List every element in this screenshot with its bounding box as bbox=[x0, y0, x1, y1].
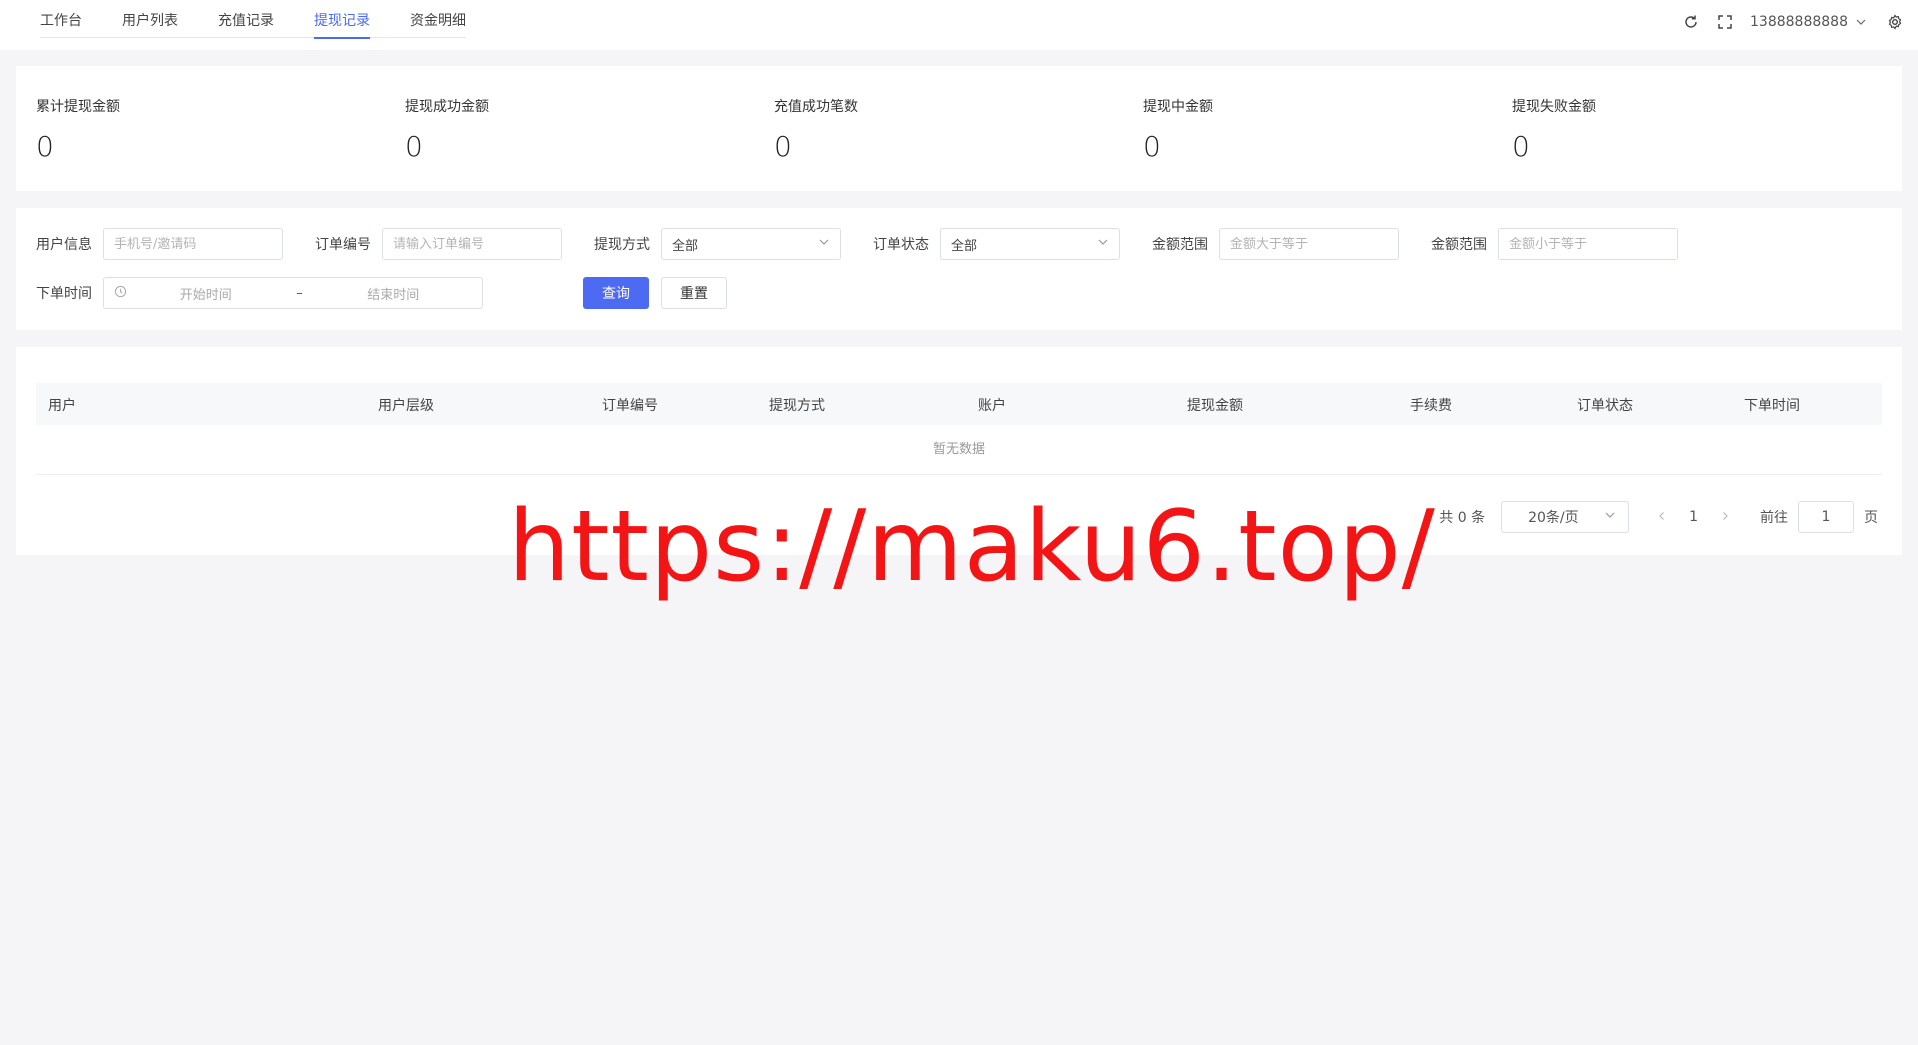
empty-state: 暂无数据 bbox=[36, 425, 1882, 475]
order-no-input[interactable] bbox=[393, 236, 551, 252]
prev-page-icon[interactable] bbox=[1657, 509, 1667, 525]
filter-label: 提现方式 bbox=[594, 237, 650, 253]
col-fee: 手续费 bbox=[1410, 398, 1452, 414]
filter-label: 用户信息 bbox=[36, 237, 92, 253]
tab-withdraw-records[interactable]: 提现记录 bbox=[314, 0, 370, 39]
col-status: 订单状态 bbox=[1577, 398, 1633, 414]
filter-label: 下单时间 bbox=[36, 286, 92, 302]
user-info-input[interactable] bbox=[114, 236, 272, 252]
next-page-icon[interactable] bbox=[1720, 509, 1730, 525]
goto-label: 前往 bbox=[1760, 510, 1788, 526]
tab-fund-details[interactable]: 资金明细 bbox=[410, 0, 466, 38]
method-select-value: 全部 bbox=[672, 238, 699, 254]
user-menu[interactable]: 13888888888 bbox=[1750, 13, 1870, 31]
filter-row: 用户信息 订单编号 提现方式 全部 订单状态 全部 bbox=[36, 228, 1710, 260]
col-amount: 提现金额 bbox=[1187, 398, 1243, 414]
stat-withdraw-success: 提现成功金额 0 bbox=[385, 66, 754, 191]
filter-panel: 用户信息 订单编号 提现方式 全部 订单状态 全部 bbox=[16, 208, 1902, 330]
table-header: 用户 用户层级 订单编号 提现方式 账户 提现金额 手续费 订单状态 下单时间 bbox=[36, 383, 1882, 425]
stat-value: 0 bbox=[1143, 130, 1161, 163]
filter-status: 订单状态 全部 bbox=[873, 228, 1120, 260]
amount-min-input[interactable] bbox=[1230, 236, 1388, 252]
tab-recharge-records[interactable]: 充值记录 bbox=[218, 0, 274, 38]
chevron-down-icon bbox=[1852, 13, 1870, 31]
stat-label: 累计提现金额 bbox=[36, 99, 120, 115]
filter-order-no: 订单编号 bbox=[315, 228, 562, 260]
clock-icon bbox=[114, 285, 127, 302]
filter-label: 订单状态 bbox=[873, 237, 929, 253]
stat-withdraw-pending: 提现中金额 0 bbox=[1123, 66, 1492, 191]
end-date-input[interactable]: 结束时间 bbox=[315, 284, 473, 303]
stat-label: 提现失败金额 bbox=[1512, 99, 1596, 115]
filter-label: 金额范围 bbox=[1431, 237, 1487, 253]
date-range-picker[interactable]: 开始时间 – 结束时间 bbox=[103, 277, 483, 309]
stat-label: 提现成功金额 bbox=[405, 99, 489, 115]
stat-value: 0 bbox=[1512, 130, 1530, 163]
stat-label: 充值成功笔数 bbox=[774, 99, 858, 115]
page-suffix: 页 bbox=[1864, 510, 1878, 526]
stat-withdraw-failed: 提现失败金额 0 bbox=[1492, 66, 1861, 191]
col-user: 用户 bbox=[48, 398, 76, 414]
col-method: 提现方式 bbox=[769, 398, 825, 414]
page-size-value: 20条/页 bbox=[1528, 510, 1579, 526]
header-actions: 13888888888 bbox=[1682, 13, 1904, 31]
method-select[interactable]: 全部 bbox=[661, 228, 841, 260]
stat-value: 0 bbox=[405, 130, 423, 163]
top-bar: 工作台 用户列表 充值记录 提现记录 资金明细 13888888888 bbox=[0, 0, 1918, 50]
status-select-value: 全部 bbox=[951, 238, 978, 254]
fullscreen-icon[interactable] bbox=[1716, 13, 1734, 31]
watermark-text: https://maku6.top/ bbox=[508, 490, 1436, 604]
reset-button[interactable]: 重置 bbox=[661, 277, 727, 309]
col-order-time: 下单时间 bbox=[1744, 398, 1800, 414]
stat-value: 0 bbox=[774, 130, 792, 163]
filter-amount-min: 金额范围 bbox=[1152, 228, 1399, 260]
stat-recharge-count: 充值成功笔数 0 bbox=[754, 66, 1123, 191]
pagination: 共 0 条 20条/页 1 前往 1 页 bbox=[1439, 501, 1878, 533]
stat-value: 0 bbox=[36, 130, 54, 163]
tab-workbench[interactable]: 工作台 bbox=[40, 0, 82, 38]
filter-row: 下单时间 开始时间 – 结束时间 查询 重置 bbox=[36, 277, 727, 309]
filter-amount-max: 金额范围 bbox=[1431, 228, 1678, 260]
filter-order-time: 下单时间 开始时间 – 结束时间 bbox=[36, 277, 483, 309]
col-account: 账户 bbox=[978, 398, 1006, 414]
total-count: 共 0 条 bbox=[1439, 510, 1486, 526]
stat-total-withdraw: 累计提现金额 0 bbox=[16, 66, 385, 191]
stats-panel: 累计提现金额 0 提现成功金额 0 充值成功笔数 0 提现中金额 0 提现失败金… bbox=[16, 66, 1902, 191]
gear-icon[interactable] bbox=[1886, 13, 1904, 31]
refresh-icon[interactable] bbox=[1682, 13, 1700, 31]
col-user-level: 用户层级 bbox=[378, 398, 434, 414]
date-separator: – bbox=[296, 285, 303, 301]
filter-label: 金额范围 bbox=[1152, 237, 1208, 253]
page-size-select[interactable]: 20条/页 bbox=[1501, 501, 1630, 533]
goto-page-input[interactable]: 1 bbox=[1798, 501, 1854, 533]
status-select[interactable]: 全部 bbox=[940, 228, 1120, 260]
chevron-down-icon bbox=[818, 236, 830, 252]
filter-method: 提现方式 全部 bbox=[594, 228, 841, 260]
stat-label: 提现中金额 bbox=[1143, 99, 1213, 115]
nav-tabs: 工作台 用户列表 充值记录 提现记录 资金明细 bbox=[40, 0, 466, 39]
col-order-no: 订单编号 bbox=[602, 398, 658, 414]
filter-user-info: 用户信息 bbox=[36, 228, 283, 260]
start-date-input[interactable]: 开始时间 bbox=[127, 284, 285, 303]
page-number-current[interactable]: 1 bbox=[1689, 509, 1698, 525]
username: 13888888888 bbox=[1750, 14, 1848, 30]
amount-max-input[interactable] bbox=[1509, 236, 1667, 252]
filter-label: 订单编号 bbox=[315, 237, 371, 253]
tab-user-list[interactable]: 用户列表 bbox=[122, 0, 178, 38]
chevron-down-icon bbox=[1604, 509, 1616, 525]
query-button[interactable]: 查询 bbox=[583, 277, 649, 309]
chevron-down-icon bbox=[1097, 236, 1109, 252]
